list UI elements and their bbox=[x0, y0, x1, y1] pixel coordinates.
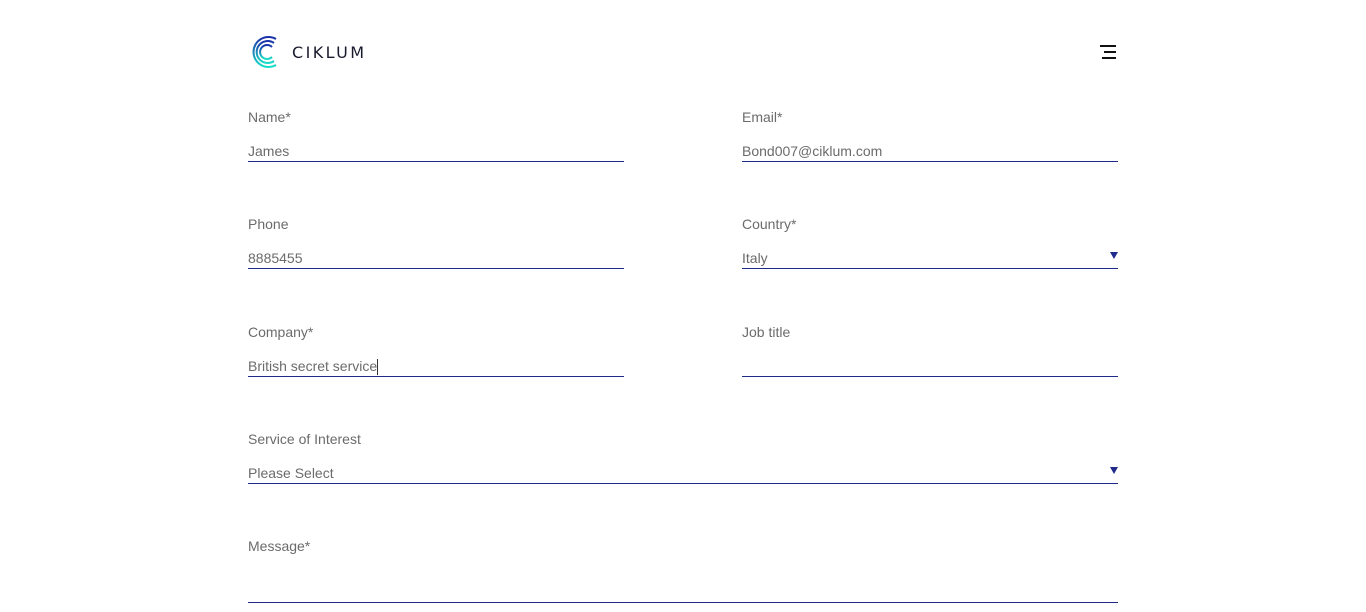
service-value: Please Select bbox=[248, 465, 334, 481]
service-label: Service of Interest bbox=[248, 431, 361, 447]
company-field-group: Company* British secret service bbox=[248, 323, 624, 377]
name-field-group: Name* James bbox=[248, 108, 624, 162]
job-title-field-group: Job title bbox=[742, 323, 1118, 377]
service-field-group: Service of Interest Please Select bbox=[248, 430, 1118, 484]
name-label: Name* bbox=[248, 109, 291, 125]
name-field[interactable]: James bbox=[248, 141, 624, 162]
phone-label: Phone bbox=[248, 216, 289, 232]
country-value: Italy bbox=[742, 250, 768, 266]
name-value: James bbox=[248, 143, 290, 159]
company-field[interactable]: British secret service bbox=[248, 356, 624, 377]
header: CIKLUM bbox=[248, 34, 1118, 70]
company-label: Company* bbox=[248, 324, 314, 340]
service-select[interactable]: Please Select bbox=[248, 463, 1118, 484]
ciklum-logo-icon bbox=[252, 36, 277, 68]
job-title-field[interactable] bbox=[742, 356, 1118, 377]
dropdown-arrow-icon[interactable] bbox=[1110, 467, 1118, 474]
country-select[interactable]: Italy bbox=[742, 248, 1118, 269]
job-title-label: Job title bbox=[742, 324, 791, 340]
email-field[interactable]: Bond007@ciklum.com bbox=[742, 141, 1118, 162]
phone-field[interactable]: 8885455 bbox=[248, 248, 624, 269]
hamburger-menu-icon[interactable] bbox=[1100, 43, 1118, 61]
phone-field-group: Phone 8885455 bbox=[248, 215, 624, 269]
brand-logo[interactable]: CIKLUM bbox=[248, 34, 366, 70]
country-label: Country* bbox=[742, 216, 797, 232]
email-field-group: Email* Bond007@ciklum.com bbox=[742, 108, 1118, 162]
message-label: Message* bbox=[248, 538, 311, 554]
phone-value: 8885455 bbox=[248, 250, 303, 266]
dropdown-arrow-icon[interactable] bbox=[1110, 252, 1118, 259]
company-value: British secret service bbox=[248, 358, 378, 374]
country-field-group: Country* Italy bbox=[742, 215, 1118, 269]
brand-name: CIKLUM bbox=[292, 42, 367, 62]
email-value: Bond007@ciklum.com bbox=[742, 143, 883, 159]
email-label: Email* bbox=[742, 109, 783, 125]
message-textarea[interactable] bbox=[248, 573, 1118, 603]
contact-form-page: CIKLUM Name* James Email* Bond007@ciklum… bbox=[0, 0, 1366, 612]
text-cursor bbox=[377, 359, 379, 376]
message-field-group: Message* bbox=[248, 537, 1118, 603]
